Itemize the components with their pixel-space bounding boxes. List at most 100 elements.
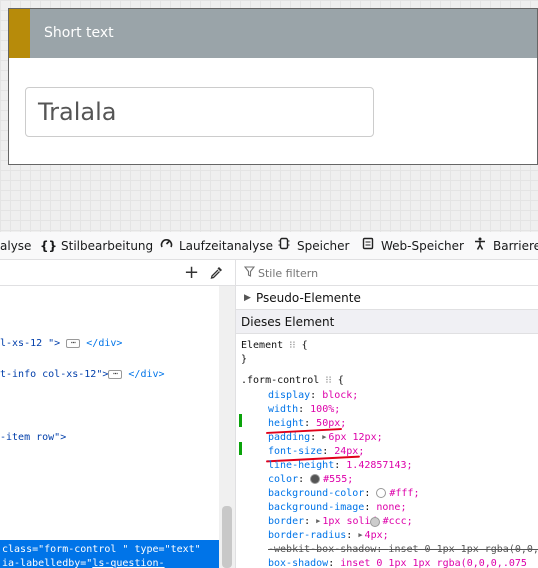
color-swatch[interactable]	[376, 488, 387, 498]
declaration-webkit-box-shadow[interactable]: -webkit-box-shadow: inset 0 1px 1px rgba…	[268, 544, 538, 555]
property-name[interactable]: display	[268, 390, 310, 401]
property-value[interactable]: 6px 12px;	[328, 432, 382, 443]
pseudo-elements-label: Pseudo-Elemente	[256, 291, 361, 305]
rule-selector[interactable]: .form-control	[241, 375, 319, 386]
header-accent-bar	[9, 9, 30, 58]
attribute-value: l-xs-12 ">	[0, 338, 61, 349]
tab-storage[interactable]: Web-Speicher	[360, 232, 464, 259]
declaration-display[interactable]: display: block;	[268, 390, 358, 401]
storage-icon	[360, 232, 376, 259]
property-name[interactable]: border	[268, 516, 304, 527]
declaration-border[interactable]: border: ▶ 1px solid #ccc;	[268, 516, 413, 527]
markup-scrollbar[interactable]	[219, 286, 235, 568]
property-name[interactable]: -webkit-box-shadow	[268, 544, 376, 555]
question-title: Short text	[44, 25, 114, 41]
filter-bar	[236, 260, 538, 286]
this-element-header: Dieses Element	[236, 310, 538, 334]
attribute-value: -item row">	[0, 432, 67, 443]
property-value[interactable]: inset 0 1px 1px rgba(0,0,0	[388, 544, 538, 555]
property-name[interactable]: font-size	[268, 446, 322, 457]
property-name[interactable]: padding	[268, 432, 310, 443]
property-name[interactable]: color	[268, 474, 298, 485]
declaration-color[interactable]: color: #555;	[268, 474, 353, 485]
declaration-background-image[interactable]: background-image: none;	[268, 502, 406, 513]
closing-tag: </div>	[86, 338, 123, 349]
rules-view: ▶ Pseudo-Elemente Dieses Element Element…	[235, 260, 538, 568]
declaration-border-radius[interactable]: border-radius: ▶ 4px;	[268, 530, 389, 541]
expand-arrow-icon: ▶	[244, 293, 251, 303]
property-value[interactable]: 4px;	[365, 530, 389, 541]
selected-node-line-1: class="form-control " type="text"	[2, 544, 201, 555]
property-name[interactable]: background-color	[268, 488, 364, 499]
add-node-button[interactable]: +	[184, 260, 199, 286]
expand-triangle-icon[interactable]: ▶	[316, 517, 320, 525]
attribute-value: t-info col-xs-12">	[0, 369, 109, 380]
markup-node-line[interactable]: t-info col-xs-12"> ⋯ </div>	[0, 369, 165, 380]
expand-triangle-icon[interactable]: ▶	[358, 531, 362, 539]
collapsed-children-icon[interactable]: ⋯	[66, 338, 81, 348]
id-reference-link[interactable]: ls-question-	[92, 558, 164, 568]
declaration-background-color[interactable]: background-color: #fff;	[268, 488, 419, 499]
grid-dots-icon[interactable]: ⁝⁝	[289, 340, 295, 351]
property-value[interactable]: 1.42857143;	[346, 460, 412, 471]
expand-triangle-icon[interactable]: ▶	[322, 433, 326, 441]
memory-chip-icon	[276, 232, 292, 259]
tab-profiler[interactable]: Laufzeitanalyse	[158, 232, 273, 259]
eyedropper-icon[interactable]	[210, 260, 223, 286]
tab-label: Stilbearbeitung	[61, 239, 154, 253]
element-selector: Element	[241, 340, 284, 351]
scrollbar-thumb[interactable]	[222, 506, 232, 568]
selected-node[interactable]: class="form-control " type="text" ia-lab…	[0, 540, 219, 568]
markup-node-line[interactable]: -item row">	[0, 432, 66, 443]
grid-dots-icon[interactable]: ⁝⁝	[325, 375, 331, 386]
color-swatch[interactable]	[370, 517, 380, 527]
changed-indicator	[239, 442, 242, 455]
property-value[interactable]: inset 0 1px 1px rgba(0,0,0,.075	[340, 558, 527, 568]
tab-label: alyse	[0, 239, 32, 253]
form-control-selector-line: .form-control ⁝⁝ {	[241, 375, 344, 386]
tab-label: Speicher	[297, 239, 350, 253]
property-value[interactable]: none;	[376, 502, 406, 513]
tab-memory[interactable]: Speicher	[276, 232, 350, 259]
tab-accessibility[interactable]: Barrieref	[472, 232, 538, 259]
property-name[interactable]: width	[268, 404, 298, 415]
property-value[interactable]: 100%;	[310, 404, 340, 415]
property-name[interactable]: background-image	[268, 502, 364, 513]
pseudo-elements-toggle[interactable]: ▶ Pseudo-Elemente	[236, 286, 538, 310]
tab-style-editor[interactable]: {} Stilbearbeitung	[40, 232, 154, 259]
element-rule-selector: Element ⁝⁝ {	[241, 340, 308, 351]
property-name[interactable]: height	[268, 418, 304, 429]
declaration-width[interactable]: width: 100%;	[268, 404, 340, 415]
tab-performance[interactable]: alyse	[0, 232, 32, 259]
short-text-input[interactable]: Tralala	[25, 87, 374, 137]
declaration-height[interactable]: height: 50px;	[268, 418, 346, 429]
tab-label: Laufzeitanalyse	[179, 239, 273, 253]
collapsed-children-icon[interactable]: ⋯	[108, 369, 123, 379]
property-value[interactable]: #fff;	[389, 488, 419, 499]
selected-node-line-2: ia-labelledby="ls-question-	[2, 558, 165, 568]
property-name[interactable]: box-shadow	[268, 558, 328, 568]
page-preview: Short text Tralala	[0, 0, 538, 232]
devtools-toolbar: alyse {} Stilbearbeitung Laufzeitanalyse …	[0, 232, 538, 260]
declaration-line-height[interactable]: line-height: 1.42857143;	[268, 460, 413, 471]
property-name[interactable]: border-radius	[268, 530, 346, 541]
markup-toolbar: +	[0, 260, 235, 286]
declaration-box-shadow[interactable]: box-shadow: inset 0 1px 1px rgba(0,0,0,.…	[268, 558, 527, 568]
property-value[interactable]: #555;	[323, 474, 353, 485]
color-swatch[interactable]	[310, 474, 321, 484]
rule-close-brace: }	[241, 354, 248, 365]
markup-node-line[interactable]: l-xs-12 "> ⋯ </div>	[0, 338, 122, 349]
closing-tag: </div>	[128, 369, 165, 380]
changed-indicator	[239, 414, 242, 427]
property-name[interactable]: line-height	[268, 460, 334, 471]
filter-styles-input[interactable]	[258, 264, 528, 282]
tab-label: Barrieref	[493, 239, 538, 253]
markup-view: + l-xs-12 "> ⋯ </div> t-info col-xs-12">…	[0, 260, 235, 568]
question-header: Short text	[9, 9, 537, 58]
property-value[interactable]: block;	[322, 390, 358, 401]
property-value[interactable]: 50px;	[316, 418, 346, 429]
accessibility-icon	[472, 232, 488, 259]
declaration-padding[interactable]: padding: ▶ 6px 12px;	[268, 432, 383, 443]
braces-icon: {}	[40, 239, 58, 253]
property-value[interactable]: 1px solid #ccc;	[322, 516, 412, 527]
